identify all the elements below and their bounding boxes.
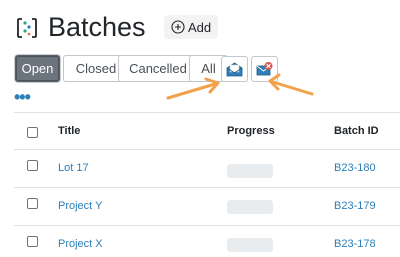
row-checkbox[interactable] <box>27 160 38 171</box>
progress-bar <box>227 238 273 252</box>
batch-id-link[interactable]: B23-179 <box>334 200 376 212</box>
email-error-icon <box>256 62 272 76</box>
filter-email-errors-button[interactable] <box>251 56 278 82</box>
batch-id-link[interactable]: B23-180 <box>334 162 376 174</box>
batch-title-link[interactable]: Project Y <box>58 200 102 212</box>
batches-icon <box>17 18 37 38</box>
add-button-label: Add <box>188 19 212 35</box>
table-row[interactable]: Project X B23-178 <box>14 225 400 257</box>
filter-emails-button[interactable] <box>221 56 248 82</box>
row-checkbox[interactable] <box>27 236 38 247</box>
table-row[interactable]: Lot 17 B23-180 <box>14 149 400 187</box>
envelope-open-icon <box>226 62 243 76</box>
row-checkbox[interactable] <box>27 198 38 209</box>
table-row[interactable]: Project Y B23-179 <box>14 187 400 225</box>
batch-title-link[interactable]: Project X <box>58 238 103 250</box>
select-all-checkbox[interactable] <box>27 127 38 138</box>
page-title: Batches <box>48 12 146 42</box>
filter-cancelled-button[interactable]: Cancelled <box>118 55 198 82</box>
add-batch-button[interactable]: Add <box>164 15 219 39</box>
table-header-row: Title Progress Batch ID <box>14 112 400 150</box>
batch-id-link[interactable]: B23-178 <box>334 238 376 250</box>
progress-bar <box>227 200 273 214</box>
more-options-icon[interactable]: ••• <box>14 88 31 106</box>
filter-open-button[interactable]: Open <box>15 55 60 82</box>
batch-title-link[interactable]: Lot 17 <box>58 162 89 174</box>
plus-circle-icon <box>171 20 185 34</box>
column-header-title: Title <box>58 125 81 137</box>
progress-bar <box>227 164 273 178</box>
column-header-progress: Progress <box>227 125 275 137</box>
column-header-batch-id: Batch ID <box>334 125 379 137</box>
